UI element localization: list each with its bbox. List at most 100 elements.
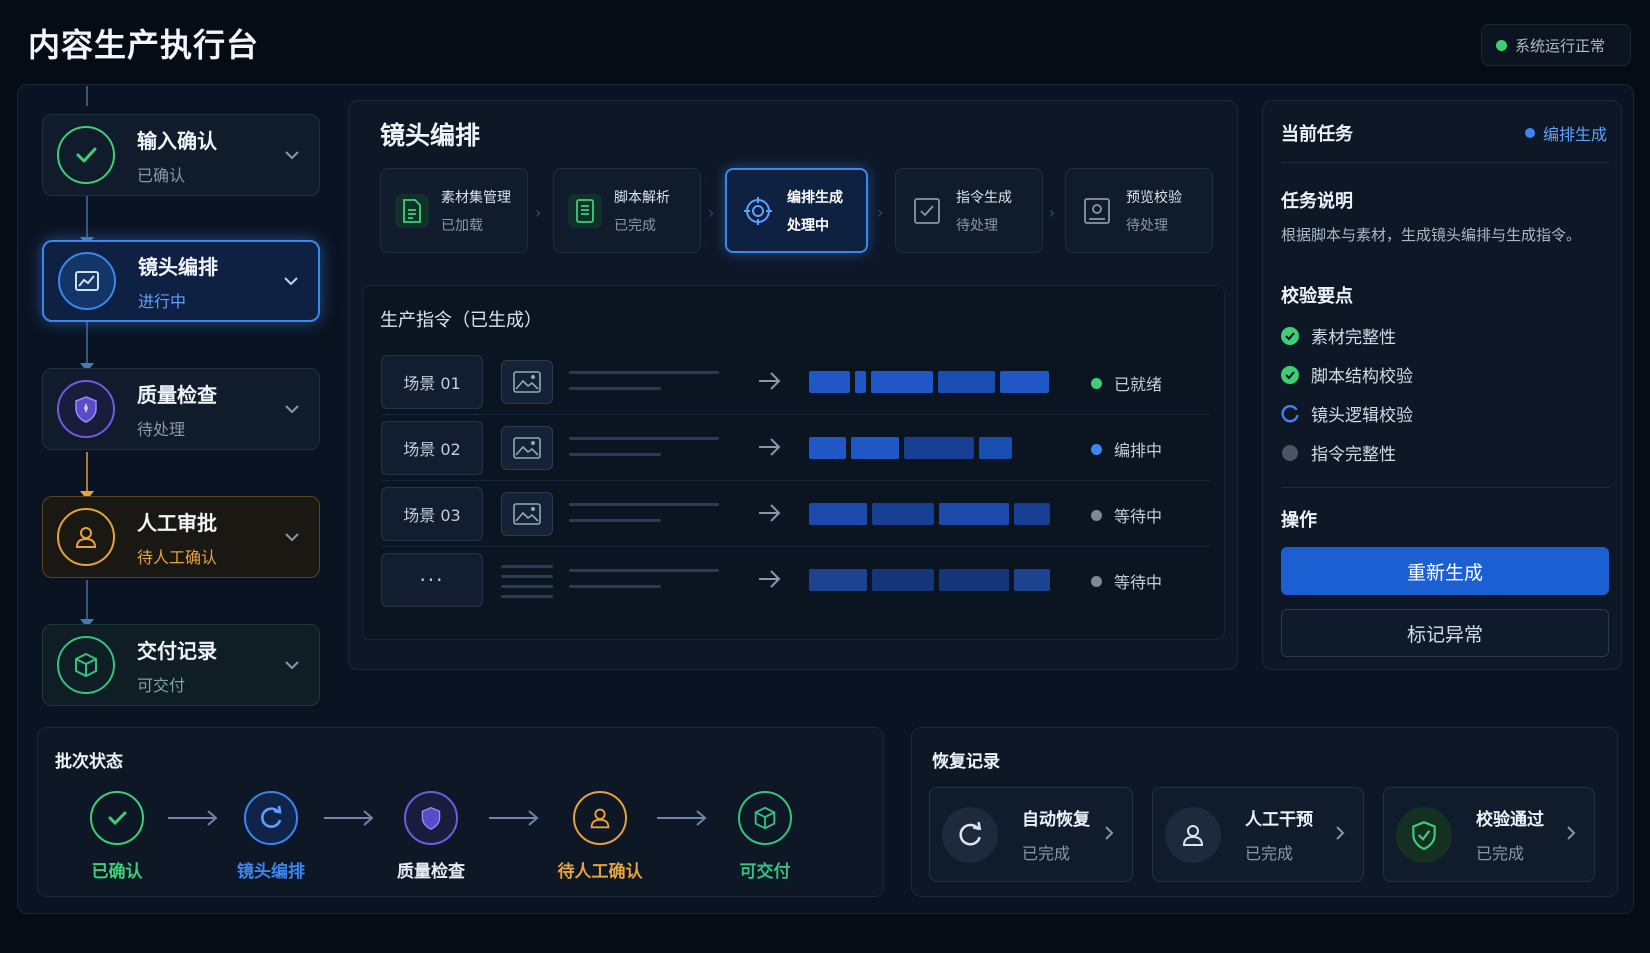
- batch-step-label: 镜头编排: [237, 862, 305, 882]
- image-icon: [501, 492, 553, 536]
- box-icon: [738, 791, 792, 845]
- check-item-label: 指令完整性: [1311, 445, 1396, 465]
- stepper-item-label: 质量检查: [137, 382, 217, 407]
- substep-instruction-generate[interactable]: 指令生成 待处理: [895, 168, 1043, 253]
- pending-dot-icon: [1282, 444, 1298, 461]
- substep-status: 已加载: [441, 217, 483, 234]
- image-icon: [501, 360, 553, 404]
- row-status: 等待中: [1091, 503, 1162, 527]
- shield-check-icon: [1396, 806, 1452, 863]
- recovery-item-auto[interactable]: 自动恢复 已完成: [929, 787, 1133, 882]
- timeline-block: [939, 503, 1009, 525]
- row-status-label: 编排中: [1114, 441, 1163, 460]
- recovery-item-label: 人工干预: [1245, 810, 1313, 830]
- checks-title: 校验要点: [1281, 286, 1353, 307]
- arrow-right-icon: [757, 369, 783, 397]
- refresh-icon: [244, 791, 298, 845]
- divider: [1281, 487, 1609, 488]
- stepper-item-storyboard[interactable]: 镜头编排 进行中: [42, 240, 320, 322]
- script-icon: [568, 193, 602, 228]
- check-icon: [57, 126, 115, 184]
- chevron-down-icon[interactable]: [277, 404, 307, 414]
- stepper-connector: [86, 86, 88, 106]
- chevron-right-icon: [1335, 825, 1345, 845]
- mark-exception-button[interactable]: 标记异常: [1281, 609, 1609, 657]
- recovery-item-manual[interactable]: 人工干预 已完成: [1152, 787, 1364, 882]
- batch-step-storyboard: 镜头编排: [206, 791, 336, 882]
- row-status: 编排中: [1091, 437, 1162, 461]
- stepper-item-status: 待人工确认: [137, 547, 218, 567]
- timeline-block: [1000, 371, 1049, 393]
- chevron-down-icon[interactable]: [276, 276, 306, 286]
- shield-icon: [404, 791, 458, 845]
- user-icon: [57, 508, 115, 566]
- text-placeholder-line: [501, 585, 553, 588]
- regenerate-button[interactable]: 重新生成: [1281, 547, 1609, 595]
- stepper-connector: [86, 580, 88, 622]
- panel-title: 镜头编排: [380, 121, 481, 150]
- timeline-block: [872, 569, 934, 591]
- batch-step-label: 待人工确认: [557, 862, 643, 882]
- status-dot-icon: [1525, 128, 1535, 138]
- recovery-title: 恢复记录: [932, 752, 1000, 772]
- text-placeholder-line: [501, 565, 553, 568]
- task-heading: 当前任务: [1281, 124, 1353, 145]
- row-status-label: 已就绪: [1114, 375, 1163, 394]
- status-dot-icon: [1091, 509, 1102, 521]
- stepper-item-manual-approval[interactable]: 人工审批 待人工确认: [42, 496, 320, 578]
- timeline-block: [1014, 569, 1050, 591]
- substep-storyboard-generate[interactable]: 编排生成 处理中: [725, 168, 868, 253]
- text-placeholder-line: [569, 437, 719, 440]
- timeline-block: [851, 437, 899, 459]
- check-item-label: 脚本结构校验: [1311, 367, 1413, 387]
- box-icon: [57, 636, 115, 694]
- table-row[interactable]: ··· 等待中: [381, 547, 1210, 613]
- timeline-block: [979, 437, 1012, 459]
- check-circle-icon: [1281, 365, 1299, 384]
- system-status-badge: 系统运行正常: [1481, 24, 1631, 66]
- chevron-down-icon[interactable]: [277, 660, 307, 670]
- table-row[interactable]: 场景 03 等待中: [381, 481, 1210, 547]
- substep-label: 指令生成: [956, 189, 1012, 206]
- timeline-block: [938, 371, 995, 393]
- batch-status-title: 批次状态: [55, 752, 123, 772]
- document-icon: [395, 193, 429, 228]
- substep-asset-management[interactable]: 素材集管理 已加载: [380, 168, 528, 253]
- timeline-block: [904, 437, 974, 459]
- recovery-item-verified[interactable]: 校验通过 已完成: [1383, 787, 1595, 882]
- preview-icon: [1080, 194, 1114, 228]
- table-row[interactable]: 场景 01 已就绪: [381, 349, 1210, 415]
- check-icon: [90, 791, 144, 845]
- stepper-item-quality-check[interactable]: 质量检查 待处理: [42, 368, 320, 450]
- target-icon: [741, 194, 775, 228]
- timeline-block: [809, 569, 867, 591]
- recovery-item-status: 已完成: [1245, 844, 1294, 863]
- stepper-item-label: 镜头编排: [138, 254, 218, 279]
- check-item: 脚本结构校验: [1281, 362, 1413, 387]
- timeline-block: [872, 503, 934, 525]
- chevron-down-icon[interactable]: [277, 150, 307, 160]
- chevron-right-icon: ›: [877, 203, 884, 222]
- chevron-down-icon[interactable]: [277, 532, 307, 542]
- user-icon: [573, 791, 627, 845]
- status-dot-icon: [1496, 39, 1507, 51]
- stepper-item-label: 输入确认: [137, 128, 217, 153]
- table-row[interactable]: 场景 02 编排中: [381, 415, 1210, 481]
- actions-title: 操作: [1281, 510, 1317, 531]
- row-status-label: 等待中: [1114, 573, 1163, 592]
- recovery-item-label: 自动恢复: [1022, 810, 1090, 830]
- stepper-item-status: 进行中: [138, 291, 187, 311]
- batch-step-confirmed: 已确认: [52, 791, 182, 882]
- stepper-item-input-confirm[interactable]: 输入确认 已确认: [42, 114, 320, 196]
- stepper-connector: [86, 322, 88, 366]
- substep-preview-check[interactable]: 预览校验 待处理: [1065, 168, 1213, 253]
- stepper-item-label: 人工审批: [137, 510, 217, 535]
- stepper-item-delivery[interactable]: 交付记录 可交付: [42, 624, 320, 706]
- chevron-right-icon: ›: [535, 203, 542, 222]
- status-dot-icon: [1091, 575, 1102, 587]
- check-item: 镜头逻辑校验: [1281, 401, 1413, 426]
- task-desc: 根据脚本与素材，生成镜头编排与生成指令。: [1281, 226, 1582, 244]
- substep-script-parse[interactable]: 脚本解析 已完成: [553, 168, 701, 253]
- chevron-right-icon: ›: [1049, 203, 1056, 222]
- timeline-block: [855, 371, 866, 393]
